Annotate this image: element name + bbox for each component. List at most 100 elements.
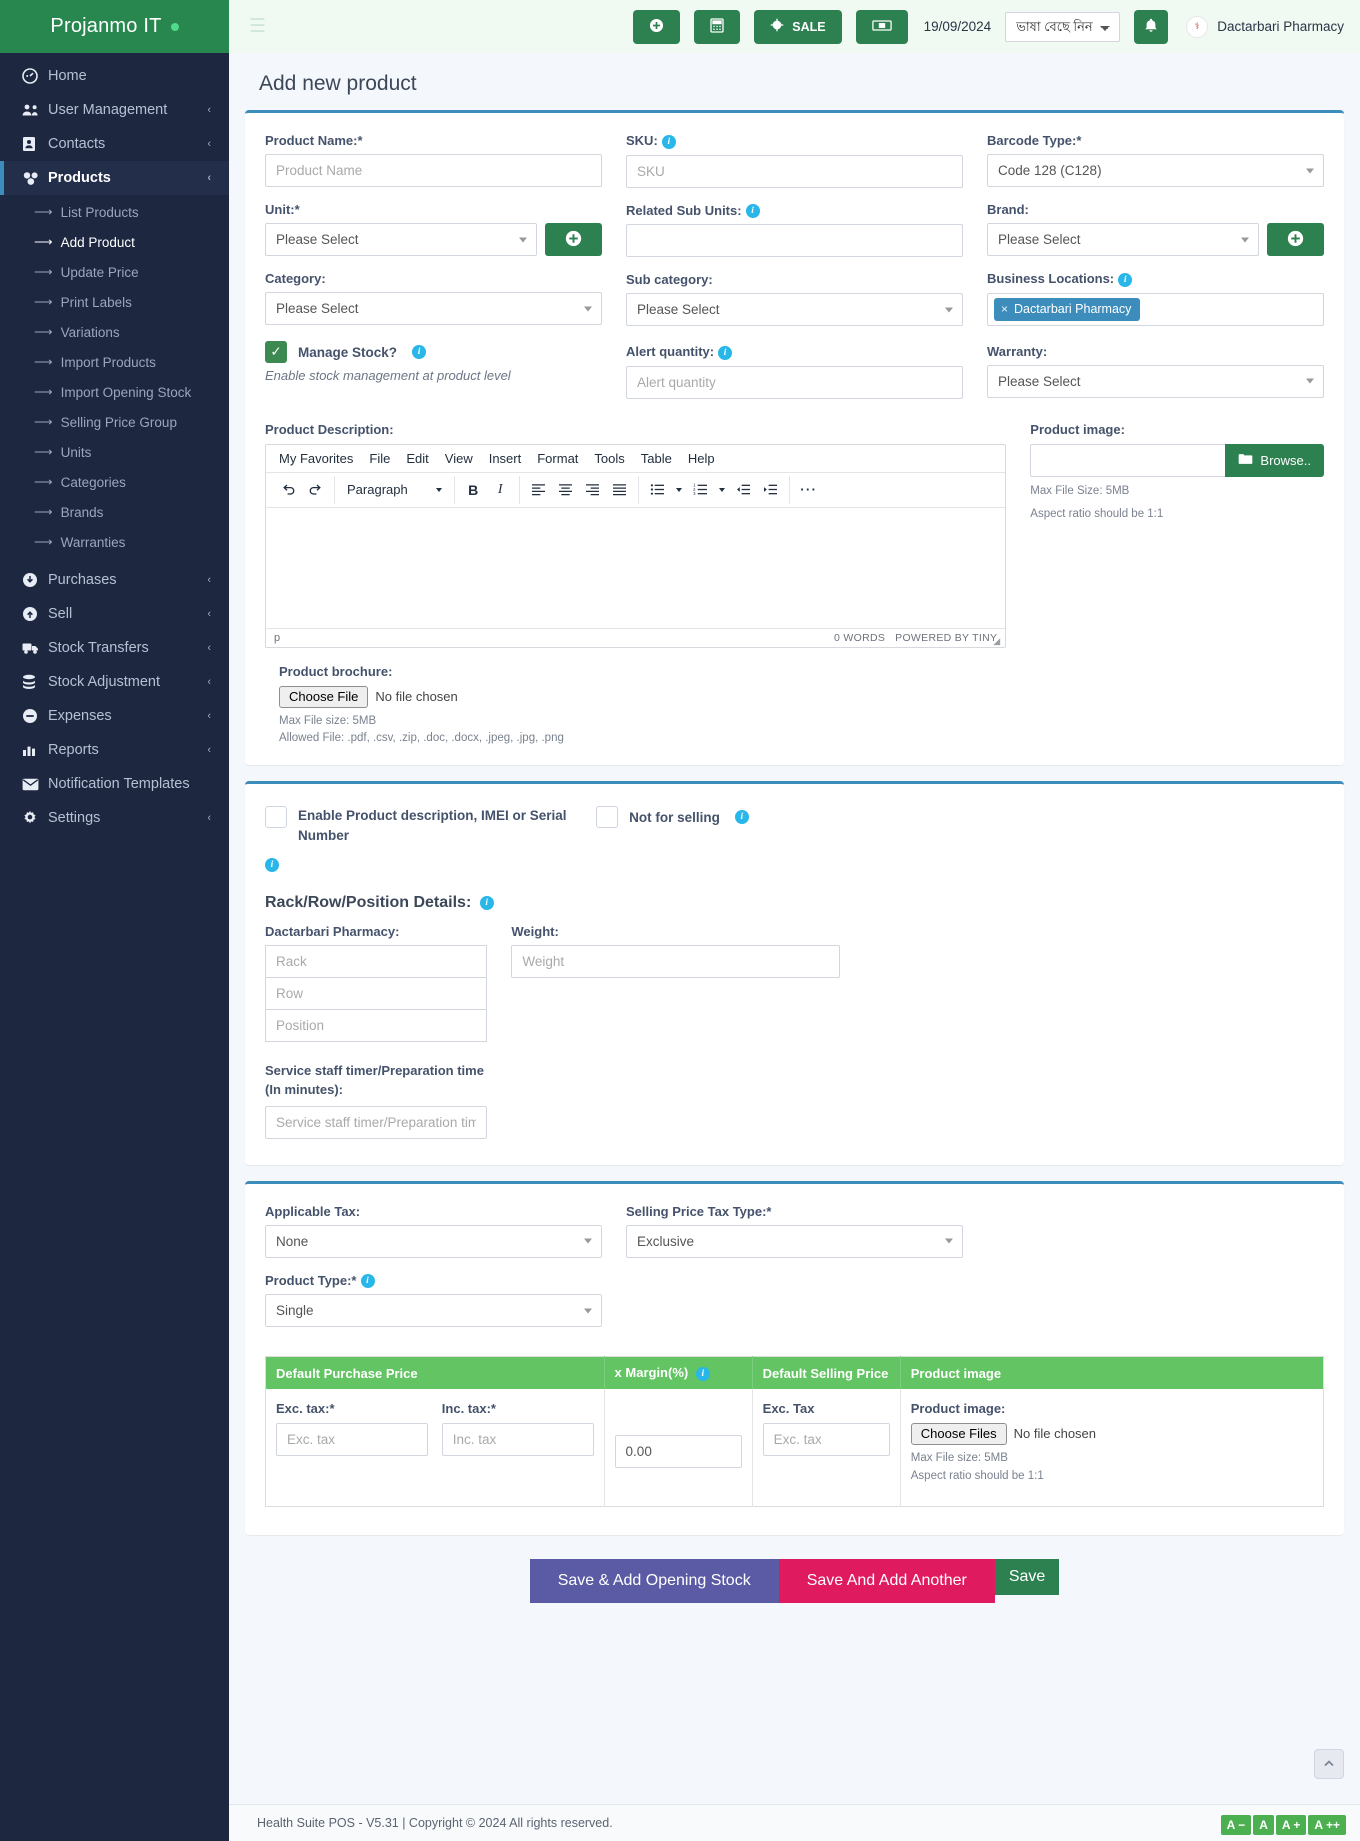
calculator-button[interactable] <box>694 9 741 44</box>
cash-register-button[interactable] <box>855 9 908 44</box>
related-sub-units-input[interactable] <box>626 224 963 258</box>
bullet-list-icon[interactable] <box>644 477 671 503</box>
info-icon[interactable]: i <box>695 1366 710 1381</box>
row-input[interactable] <box>265 977 488 1011</box>
brand-select[interactable]: Please Select <box>987 223 1259 256</box>
sale-button[interactable]: SALE <box>754 9 842 44</box>
sidebar-subitem-brands[interactable]: ⟶ Brands <box>0 497 229 527</box>
category-select[interactable]: Please Select <box>265 292 602 325</box>
add-unit-button[interactable] <box>545 223 602 256</box>
sidebar-item-reports[interactable]: Reports ‹ <box>0 733 229 767</box>
product-name-input[interactable] <box>265 154 602 187</box>
bold-button[interactable]: B <box>460 477 487 503</box>
sidebar-subitem-variations[interactable]: ⟶ Variations <box>0 317 229 347</box>
selling-price-tax-type-select[interactable]: Exclusive <box>626 1224 963 1258</box>
editor-resize-handle[interactable]: ◢ <box>993 636 1003 646</box>
info-icon[interactable]: i <box>1118 272 1133 287</box>
editor-menu-view[interactable]: View <box>438 448 480 469</box>
editor-menu-edit[interactable]: Edit <box>399 448 435 469</box>
more-toolbar-button[interactable]: ⋯ <box>795 477 822 503</box>
enable-imei-checkbox[interactable] <box>265 806 287 829</box>
editor-content-area[interactable] <box>266 507 1006 628</box>
editor-menu-tools[interactable]: Tools <box>587 448 631 469</box>
editor-menu-help[interactable]: Help <box>681 448 722 469</box>
sidebar-subitem-print-labels[interactable]: ⟶ Print Labels <box>0 287 229 317</box>
indent-icon[interactable] <box>757 477 784 503</box>
font-increase-button[interactable]: A + <box>1275 1814 1307 1835</box>
brand-logo[interactable]: Projanmo IT <box>0 0 229 53</box>
info-icon[interactable]: i <box>661 134 676 149</box>
align-center-icon[interactable] <box>552 477 579 503</box>
align-left-icon[interactable] <box>525 477 552 503</box>
rack-input[interactable] <box>265 945 488 979</box>
editor-menu-format[interactable]: Format <box>530 448 585 469</box>
font-increase-large-button[interactable]: A ++ <box>1308 1814 1346 1835</box>
editor-menu-my-favorites[interactable]: My Favorites <box>272 448 360 469</box>
sidebar-subitem-add-product[interactable]: ⟶ Add Product <box>0 227 229 257</box>
sidebar-item-products[interactable]: Products ‹ <box>0 161 229 195</box>
position-input[interactable] <box>265 1009 488 1043</box>
add-button[interactable] <box>633 9 681 44</box>
sidebar-subitem-import-products[interactable]: ⟶ Import Products <box>0 347 229 377</box>
font-decrease-button[interactable]: A − <box>1220 1814 1252 1835</box>
barcode-type-select[interactable]: Code 128 (C128) <box>987 154 1324 187</box>
warranty-select[interactable]: Please Select <box>987 364 1324 398</box>
unit-select[interactable]: Please Select <box>265 223 537 256</box>
sidebar-item-sell[interactable]: Sell ‹ <box>0 597 229 631</box>
brochure-choose-file-button[interactable]: Choose File <box>279 685 369 708</box>
service-timer-input[interactable] <box>265 1105 488 1139</box>
sidebar-subitem-update-price[interactable]: ⟶ Update Price <box>0 257 229 287</box>
sidebar-subitem-list-products[interactable]: ⟶ List Products <box>0 197 229 227</box>
editor-menu-table[interactable]: Table <box>634 448 679 469</box>
sidebar-item-notification-templates[interactable]: Notification Templates <box>0 767 229 801</box>
weight-input[interactable] <box>511 945 840 979</box>
manage-stock-checkbox[interactable]: ✓ <box>265 341 287 363</box>
product-image-input[interactable] <box>1030 443 1226 477</box>
sidebar-item-stock-transfers[interactable]: Stock Transfers ‹ <box>0 631 229 665</box>
editor-menu-file[interactable]: File <box>362 448 397 469</box>
sidebar-item-purchases[interactable]: Purchases ‹ <box>0 563 229 597</box>
product-type-select[interactable]: Single <box>265 1294 602 1328</box>
location-tag[interactable]: × Dactarbari Pharmacy <box>994 297 1141 321</box>
product-image-browse-button[interactable]: Browse.. <box>1225 443 1324 477</box>
alert-quantity-input[interactable] <box>626 365 963 399</box>
numbered-list-icon[interactable]: 123 <box>687 477 714 503</box>
align-right-icon[interactable] <box>579 477 606 503</box>
sidebar-item-expenses[interactable]: Expenses ‹ <box>0 699 229 733</box>
block-format-select[interactable]: Paragraph <box>340 477 449 503</box>
exc-tax-input[interactable] <box>276 1422 428 1456</box>
sidebar-item-contacts[interactable]: Contacts ‹ <box>0 127 229 161</box>
sidebar-item-home[interactable]: Home <box>0 59 229 93</box>
sidebar-item-settings[interactable]: Settings ‹ <box>0 801 229 835</box>
sidebar-subitem-units[interactable]: ⟶ Units <box>0 437 229 467</box>
italic-button[interactable]: I <box>487 477 514 503</box>
scroll-to-top-button[interactable] <box>1314 1749 1344 1779</box>
info-icon[interactable]: i <box>412 345 427 359</box>
selling-exc-tax-input[interactable] <box>762 1422 890 1456</box>
undo-icon[interactable] <box>275 477 302 503</box>
save-and-add-opening-stock-button[interactable]: Save & Add Opening Stock <box>529 1559 779 1604</box>
inc-tax-input[interactable] <box>441 1422 594 1456</box>
font-reset-button[interactable]: A <box>1253 1814 1274 1835</box>
sidebar-item-user-management[interactable]: User Management ‹ <box>0 93 229 127</box>
editor-menu-insert[interactable]: Insert <box>482 448 529 469</box>
info-icon[interactable]: i <box>745 204 760 219</box>
redo-icon[interactable] <box>302 477 329 503</box>
info-icon[interactable]: i <box>265 858 279 873</box>
info-icon[interactable]: i <box>360 1274 375 1289</box>
bullet-list-chevron-icon[interactable] <box>671 477 687 503</box>
save-button[interactable]: Save <box>994 1559 1060 1596</box>
save-and-add-another-button[interactable]: Save And Add Another <box>778 1559 995 1604</box>
applicable-tax-select[interactable]: None <box>265 1224 602 1258</box>
notification-button[interactable] <box>1134 9 1169 44</box>
language-select[interactable]: ভাষা বেছে নিন <box>1005 11 1121 42</box>
user-menu[interactable]: ⚕ Dactarbari Pharmacy <box>1186 15 1344 38</box>
info-icon[interactable]: i <box>718 345 733 360</box>
sidebar-subitem-import-opening-stock[interactable]: ⟶ Import Opening Stock <box>0 377 229 407</box>
business-locations-input[interactable]: × Dactarbari Pharmacy <box>987 292 1324 326</box>
sidebar-subitem-warranties[interactable]: ⟶ Warranties <box>0 527 229 557</box>
info-icon[interactable]: i <box>479 895 494 910</box>
not-for-selling-checkbox[interactable] <box>596 806 619 829</box>
sku-input[interactable] <box>626 154 963 188</box>
margin-input[interactable] <box>614 1435 742 1469</box>
